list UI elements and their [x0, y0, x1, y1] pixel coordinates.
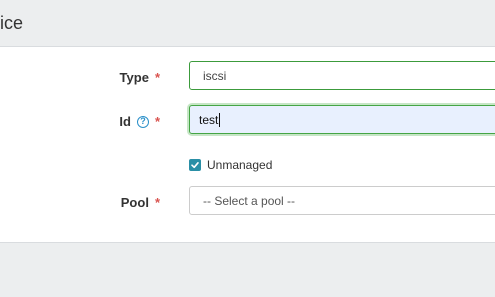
pool-label-text: Pool	[120, 195, 149, 210]
check-icon	[191, 162, 199, 169]
unmanaged-checkbox[interactable]	[189, 159, 201, 171]
required-asterisk: *	[154, 114, 160, 129]
pool-select[interactable]: -- Select a pool --	[189, 186, 495, 215]
id-label: Id ? *	[119, 114, 160, 129]
question-circle-icon[interactable]: ?	[136, 115, 149, 128]
required-asterisk: *	[154, 195, 160, 210]
id-input[interactable]: test	[189, 105, 495, 134]
modal-footer	[0, 242, 495, 297]
id-input-value: test	[199, 112, 219, 127]
text-caret	[219, 112, 221, 127]
type-input[interactable]: iscsi	[189, 61, 495, 90]
type-label: Type *	[120, 70, 160, 85]
modal-header: ice	[0, 0, 495, 47]
required-asterisk: *	[154, 70, 160, 85]
unmanaged-row[interactable]: Unmanaged	[189, 158, 272, 172]
unmanaged-label[interactable]: Unmanaged	[207, 158, 272, 172]
type-input-value: iscsi	[203, 68, 227, 83]
pool-label: Pool *	[121, 195, 160, 210]
id-label-text: Id	[119, 114, 131, 129]
type-label-text: Type	[119, 70, 149, 85]
modal-title: ice	[0, 13, 24, 33]
pool-select-value: -- Select a pool --	[203, 193, 296, 208]
